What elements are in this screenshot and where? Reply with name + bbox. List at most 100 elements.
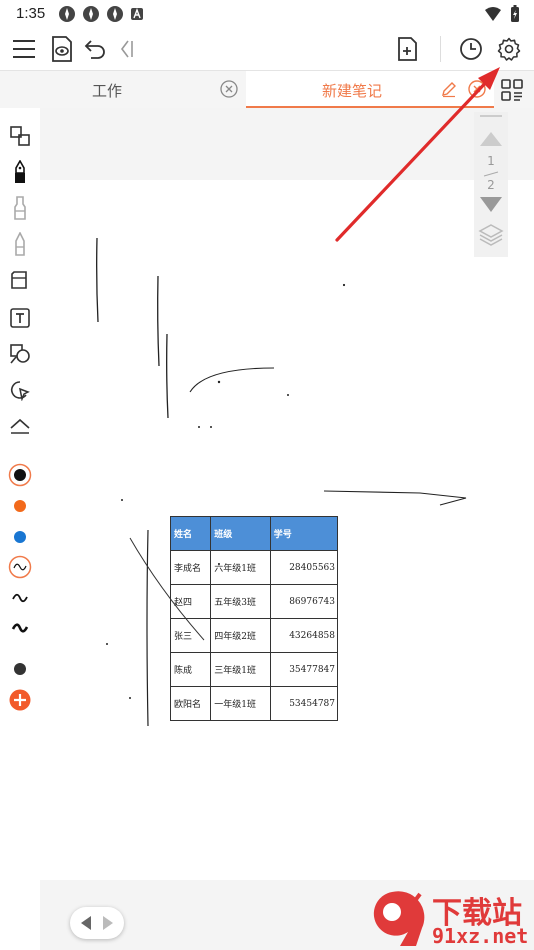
color-orange[interactable] — [8, 494, 32, 518]
status-time: 1:35 — [16, 5, 46, 22]
stroke-medium[interactable] — [8, 586, 32, 610]
collapse-button[interactable] — [112, 34, 142, 64]
clock-icon — [460, 38, 482, 60]
settings-button[interactable] — [494, 34, 524, 64]
stroke-width-icon — [11, 623, 29, 633]
status-system-icons — [484, 5, 520, 23]
hamburger-menu-icon — [13, 40, 35, 58]
table-row: 赵四 五年级3班 86976743 — [169, 584, 339, 619]
history-button[interactable] — [456, 34, 486, 64]
table-cell: 三年级1班 — [210, 652, 271, 687]
eraser-tool[interactable] — [8, 268, 32, 292]
undo-button[interactable] — [80, 34, 110, 64]
pen-color-dot[interactable] — [8, 657, 32, 681]
text-tool[interactable] — [8, 306, 32, 330]
table-row: 李成名 六年级1班 28405563 — [169, 550, 339, 585]
watermark-url: 91xz.net — [432, 924, 529, 948]
gear-icon — [497, 37, 521, 61]
table-cell: 28405563 — [269, 550, 339, 585]
table-cell: 欧阳名 — [169, 686, 212, 721]
triangle-left-icon[interactable] — [78, 914, 94, 932]
page-current: 1 — [487, 154, 495, 168]
table-header-cell: 学号 — [269, 516, 339, 551]
marker-tool[interactable] — [8, 196, 32, 220]
tab-work-label: 工作 — [92, 82, 123, 100]
tab-work[interactable]: 工作 — [0, 71, 246, 108]
fountain-pen-icon — [15, 160, 25, 183]
layers-icon[interactable] — [478, 222, 504, 248]
table-cell: 43264858 — [269, 618, 339, 653]
shape-tool[interactable] — [8, 342, 32, 366]
left-toolbar — [0, 108, 40, 950]
chevron-left-bar-icon — [121, 40, 133, 58]
tab-new-note-label: 新建笔记 — [322, 82, 383, 100]
color-dot-icon — [14, 663, 26, 675]
close-circle-icon[interactable] — [468, 80, 486, 98]
page-top-icon[interactable] — [478, 114, 504, 150]
eject-up-icon — [10, 418, 30, 434]
wifi-icon — [485, 7, 501, 21]
stroke-width-icon — [8, 555, 32, 579]
watermark-logo-icon — [373, 891, 425, 946]
add-page-icon — [398, 37, 417, 61]
table-cell: 赵四 — [169, 584, 212, 619]
eraser-icon — [11, 271, 27, 289]
status-notification-icons — [58, 6, 144, 22]
table-cell: 35477847 — [269, 652, 339, 687]
keyboard-notification-icon — [131, 8, 143, 20]
preview-button[interactable] — [47, 34, 77, 64]
table-cell: 李成名 — [169, 550, 212, 585]
table-cell: 一年级1班 — [210, 686, 271, 721]
tab-new-note[interactable]: 新建笔记 — [246, 71, 494, 108]
toolbar-divider — [440, 36, 441, 62]
table-cell: 五年级3班 — [210, 584, 271, 619]
table-cell: 53454787 — [269, 686, 339, 721]
add-color-button[interactable] — [8, 688, 32, 712]
stroke-thick[interactable] — [8, 616, 32, 640]
color-swatch — [14, 500, 26, 512]
table-cell: 86976743 — [269, 584, 339, 619]
table-cell: 张三 — [169, 618, 212, 653]
document-eye-icon — [52, 36, 72, 62]
select-tool[interactable] — [8, 124, 32, 148]
app-notification-icon — [83, 6, 99, 22]
color-swatch-selected — [8, 463, 32, 487]
menu-button[interactable] — [9, 34, 39, 64]
pencil-tool[interactable] — [8, 232, 32, 256]
app-notification-icon — [59, 6, 75, 22]
pencil-icon[interactable] — [440, 80, 458, 98]
app-notification-icon — [107, 6, 123, 22]
notebook-tabs: 工作 新建笔记 — [0, 70, 534, 108]
pencil-tool-icon — [15, 232, 25, 256]
color-blue[interactable] — [8, 525, 32, 549]
stroke-thin-selected[interactable] — [8, 555, 32, 579]
page-arrows — [70, 907, 124, 939]
text-box-icon — [10, 308, 30, 328]
close-circle-icon[interactable] — [220, 80, 238, 98]
table-cell: 四年级2班 — [210, 618, 271, 653]
top-toolbar — [0, 28, 534, 70]
collapse-tools-button[interactable] — [8, 414, 32, 438]
add-page-button[interactable] — [392, 34, 422, 64]
stroke-width-icon — [12, 593, 28, 603]
student-table[interactable]: 姓名 班级 学号 李成名 六年级1班 28405563 赵四 五年级3班 869… — [169, 516, 339, 721]
triangle-right-icon[interactable] — [100, 914, 116, 932]
marker-icon — [14, 196, 26, 220]
table-row: 张三 四年级2班 43264858 — [169, 618, 339, 653]
grid-list-icon[interactable] — [500, 78, 524, 102]
color-black[interactable] — [8, 463, 32, 487]
lasso-tool[interactable] — [8, 378, 32, 402]
table-header-row: 姓名 班级 学号 — [169, 516, 339, 551]
cursor-lasso-icon — [11, 381, 30, 401]
color-swatch — [14, 531, 26, 543]
fountain-pen-tool[interactable] — [8, 160, 32, 184]
undo-icon — [84, 40, 105, 59]
table-header-cell: 班级 — [210, 516, 271, 551]
site-watermark: 下载站 91xz.net — [362, 888, 532, 948]
status-bar: 1:35 — [0, 0, 534, 28]
table-row: 欧阳名 一年级1班 53454787 — [169, 686, 339, 721]
page-down-icon[interactable] — [478, 195, 504, 215]
plus-circle-icon — [9, 689, 31, 711]
table-row: 陈成 三年级1班 35477847 — [169, 652, 339, 687]
page-navigator: 1 2 — [474, 112, 508, 257]
